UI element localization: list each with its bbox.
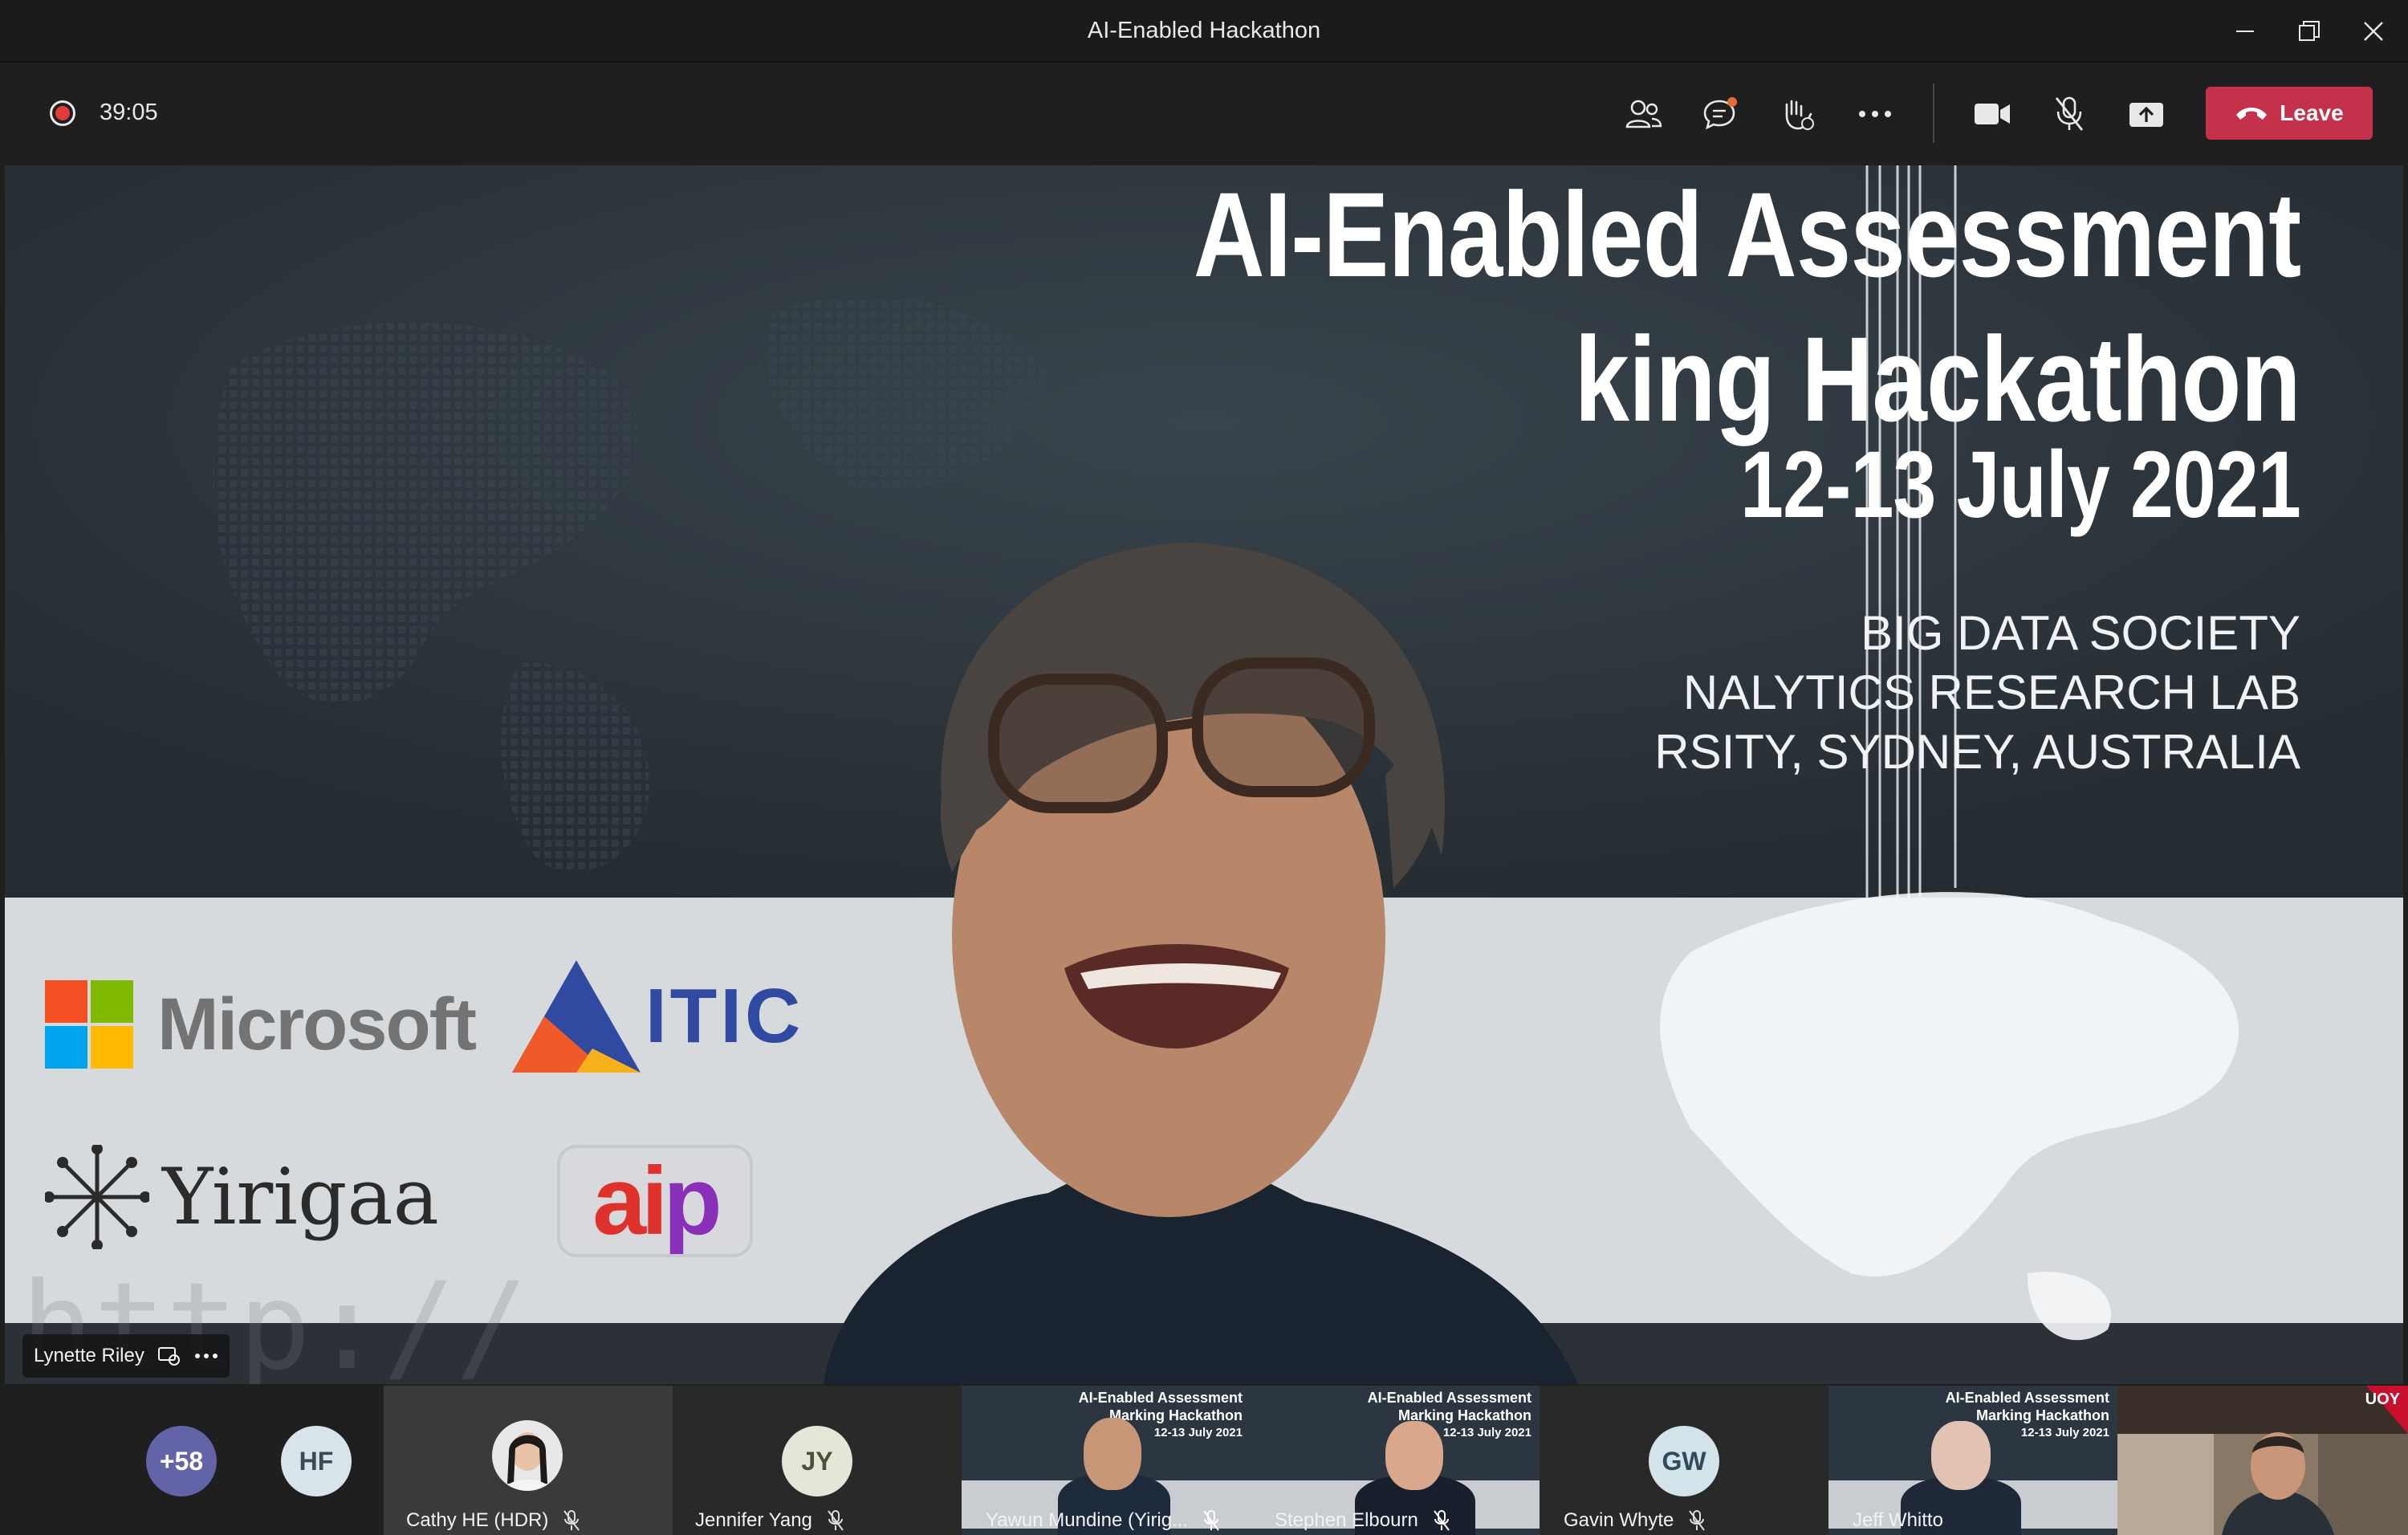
microsoft-squares-icon bbox=[45, 980, 133, 1069]
minimize-icon bbox=[2236, 31, 2254, 32]
teams-meeting-window: AI-Enabled Hackathon 39:05 Leave AI-Enab… bbox=[0, 0, 2408, 1535]
meeting-timer: 39:05 bbox=[100, 100, 158, 125]
slide-title-line1: AI-Enabled Assessment bbox=[1193, 167, 2300, 302]
participants-button[interactable] bbox=[1620, 92, 1668, 136]
slide-org-line2: NALYTICS RESEARCH LAB bbox=[1682, 666, 2300, 719]
recording-icon bbox=[50, 100, 75, 126]
mic-muted-icon bbox=[1203, 1510, 1219, 1531]
participant-avatar-cathy bbox=[492, 1420, 563, 1491]
title-bar: AI-Enabled Hackathon bbox=[0, 0, 2408, 63]
slide-org-line3: RSITY, SYDNEY, AUSTRALIA bbox=[1654, 725, 2300, 779]
participant-tile-gavin[interactable]: GW Gavin Whyte bbox=[1540, 1386, 1828, 1535]
hang-up-icon bbox=[2236, 108, 2268, 120]
mic-muted-icon bbox=[828, 1510, 844, 1531]
people-icon bbox=[1625, 100, 1662, 128]
leave-button[interactable]: Leave bbox=[2206, 87, 2373, 140]
camera-button[interactable] bbox=[1968, 92, 2016, 136]
close-icon bbox=[2364, 22, 2383, 41]
microphone-button[interactable] bbox=[2045, 92, 2093, 136]
participant-name: Stephen Elbourn bbox=[1275, 1509, 1450, 1532]
share-tray-icon bbox=[2129, 103, 2163, 127]
overflow-participants-button[interactable]: +58 bbox=[146, 1426, 217, 1496]
reactions-button[interactable] bbox=[1774, 92, 1822, 136]
mic-muted-icon bbox=[1434, 1510, 1450, 1531]
more-actions-button[interactable] bbox=[1851, 92, 1899, 136]
mic-muted-icon bbox=[1689, 1510, 1706, 1531]
chat-icon bbox=[1703, 97, 1737, 130]
restore-icon bbox=[2299, 21, 2320, 41]
participant-name: Gavin Whyte bbox=[1564, 1509, 1706, 1532]
participant-tile-uoy[interactable]: UOY bbox=[2117, 1386, 2408, 1535]
raise-hand-icon bbox=[1785, 100, 1814, 130]
slide-title-line2: king Hackathon bbox=[1574, 311, 2301, 446]
chat-button[interactable] bbox=[1697, 92, 1745, 136]
participant-name: Cathy HE (HDR) bbox=[406, 1509, 580, 1532]
leave-label: Leave bbox=[2280, 100, 2344, 125]
yirigaa-logo: Yirigaa bbox=[45, 1145, 439, 1249]
participant-tile-jennifer[interactable]: JY Jennifer Yang bbox=[673, 1386, 962, 1535]
restore-button[interactable] bbox=[2281, 11, 2337, 51]
toolbar-divider bbox=[1933, 83, 1934, 143]
main-video-stage: AI-Enabled Assessment king Hackathon 12-… bbox=[5, 165, 2403, 1384]
slide-date: 12-13 July 2021 bbox=[1740, 432, 2301, 538]
participant-avatar-gw: GW bbox=[1649, 1426, 1719, 1496]
mic-muted-icon bbox=[563, 1510, 580, 1531]
speaker-name: Lynette Riley bbox=[34, 1345, 144, 1366]
itic-triangle-icon bbox=[512, 960, 641, 1073]
minimize-button[interactable] bbox=[2217, 11, 2273, 51]
participant-name: Jennifer Yang bbox=[695, 1509, 844, 1532]
speaker-name-tag: Lynette Riley bbox=[22, 1334, 230, 1378]
uoy-badge: UOY bbox=[2365, 1390, 2400, 1408]
participant-strip: +58 HF Cathy HE (HDR) JY Jennifer Yang A… bbox=[0, 1386, 2408, 1535]
meeting-toolbar: 39:05 Leave bbox=[0, 64, 2408, 162]
participant-avatar-jy: JY bbox=[782, 1426, 852, 1496]
slide-org-line1: BIG DATA SOCIETY bbox=[1861, 606, 2300, 660]
speaker-more-icon[interactable] bbox=[194, 1353, 218, 1359]
more-icon bbox=[1859, 111, 1891, 117]
participant-name: Jeff Whitto bbox=[1853, 1509, 1943, 1531]
mic-muted-icon bbox=[2055, 96, 2084, 131]
window-title: AI-Enabled Hackathon bbox=[1087, 18, 1321, 43]
microsoft-logo: Microsoft bbox=[45, 980, 477, 1069]
camera-icon bbox=[1975, 104, 2010, 124]
participant-avatar-hf[interactable]: HF bbox=[281, 1426, 352, 1496]
screen-share-icon bbox=[157, 1347, 180, 1366]
close-button[interactable] bbox=[2345, 11, 2402, 51]
itic-logo: ITIC bbox=[512, 960, 803, 1073]
share-screen-button[interactable] bbox=[2122, 92, 2170, 136]
participant-tile-jeff[interactable]: AI-Enabled Assessment Marking Hackathon … bbox=[1828, 1386, 2117, 1535]
participant-tile-stephen[interactable]: AI-Enabled Assessment Marking Hackathon … bbox=[1251, 1386, 1540, 1535]
participant-name: Yawun Mundine (Yirig... bbox=[986, 1509, 1220, 1532]
aip-logo: aip bbox=[557, 1145, 753, 1257]
yirigaa-star-icon bbox=[45, 1145, 149, 1249]
participant-tile-yawun[interactable]: AI-Enabled Assessment Marking Hackathon … bbox=[962, 1386, 1251, 1535]
participant-tile-cathy[interactable]: Cathy HE (HDR) bbox=[384, 1386, 673, 1535]
